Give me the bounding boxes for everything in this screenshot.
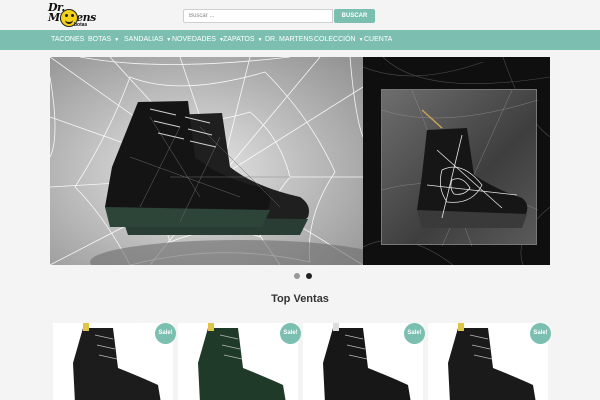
site-header: Dr. Martens botas BUSCAR — [0, 0, 600, 30]
nav-item-sandalias[interactable]: SANDALIAS ▼ — [124, 30, 171, 50]
chevron-down-icon: ▼ — [257, 37, 263, 43]
search-button[interactable]: BUSCAR — [334, 9, 375, 23]
slider-pagination — [294, 273, 314, 279]
nav-item-botas[interactable]: BOTAS ▼ — [88, 30, 119, 50]
slider-dot[interactable] — [294, 273, 300, 279]
search-input[interactable] — [183, 9, 333, 23]
nav-item-label: BOTAS — [88, 36, 112, 43]
sale-badge: Sale! — [404, 323, 425, 344]
sale-badge: Sale! — [530, 323, 551, 344]
logo-sub-text: botas — [74, 22, 88, 28]
nav-item-label: CUENTA — [364, 36, 393, 43]
main-nav: TACONES BOTAS ▼ SANDALIAS ▼ NOVEDADES ▼ ZAP… — [0, 30, 600, 50]
boots-pair-image — [90, 101, 363, 265]
site-logo[interactable]: Dr. Martens botas — [48, 2, 96, 29]
chevron-down-icon: ▼ — [166, 37, 172, 43]
section-title: Top Ventas — [271, 293, 329, 305]
sale-badge: Sale! — [280, 323, 301, 344]
nav-item-novedades[interactable]: NOVEDADES ▼ — [172, 30, 224, 50]
nav-item-cuenta[interactable]: CUENTA — [364, 30, 392, 50]
hero-slide-image-right — [363, 57, 550, 265]
hero-slider[interactable] — [50, 57, 550, 265]
nav-item-zapatos[interactable]: ZAPATOS ▼ — [223, 30, 262, 50]
nav-item-label: COLECCIÓN — [314, 36, 356, 43]
single-boot-image — [381, 89, 539, 247]
nav-item-tacones[interactable]: TACONES — [51, 30, 84, 50]
nav-item-label: ZAPATOS — [223, 36, 255, 43]
photo-frame — [381, 89, 539, 247]
chevron-down-icon: ▼ — [358, 37, 364, 43]
nav-item-coleccion[interactable]: COLECCIÓN ▼ — [314, 30, 364, 50]
nav-item-label: NOVEDADES — [172, 36, 216, 43]
slider-dot[interactable] — [306, 273, 312, 279]
sale-badge: Sale! — [155, 323, 176, 344]
hero-slide-image-left — [50, 57, 363, 265]
nav-item-label: SANDALIAS — [124, 36, 164, 43]
chevron-down-icon: ▼ — [114, 37, 120, 43]
nav-item-dr-martens[interactable]: DR. MARTENS — [265, 30, 313, 50]
nav-item-label: DR. MARTENS — [265, 36, 314, 43]
nav-item-label: TACONES — [51, 36, 85, 43]
